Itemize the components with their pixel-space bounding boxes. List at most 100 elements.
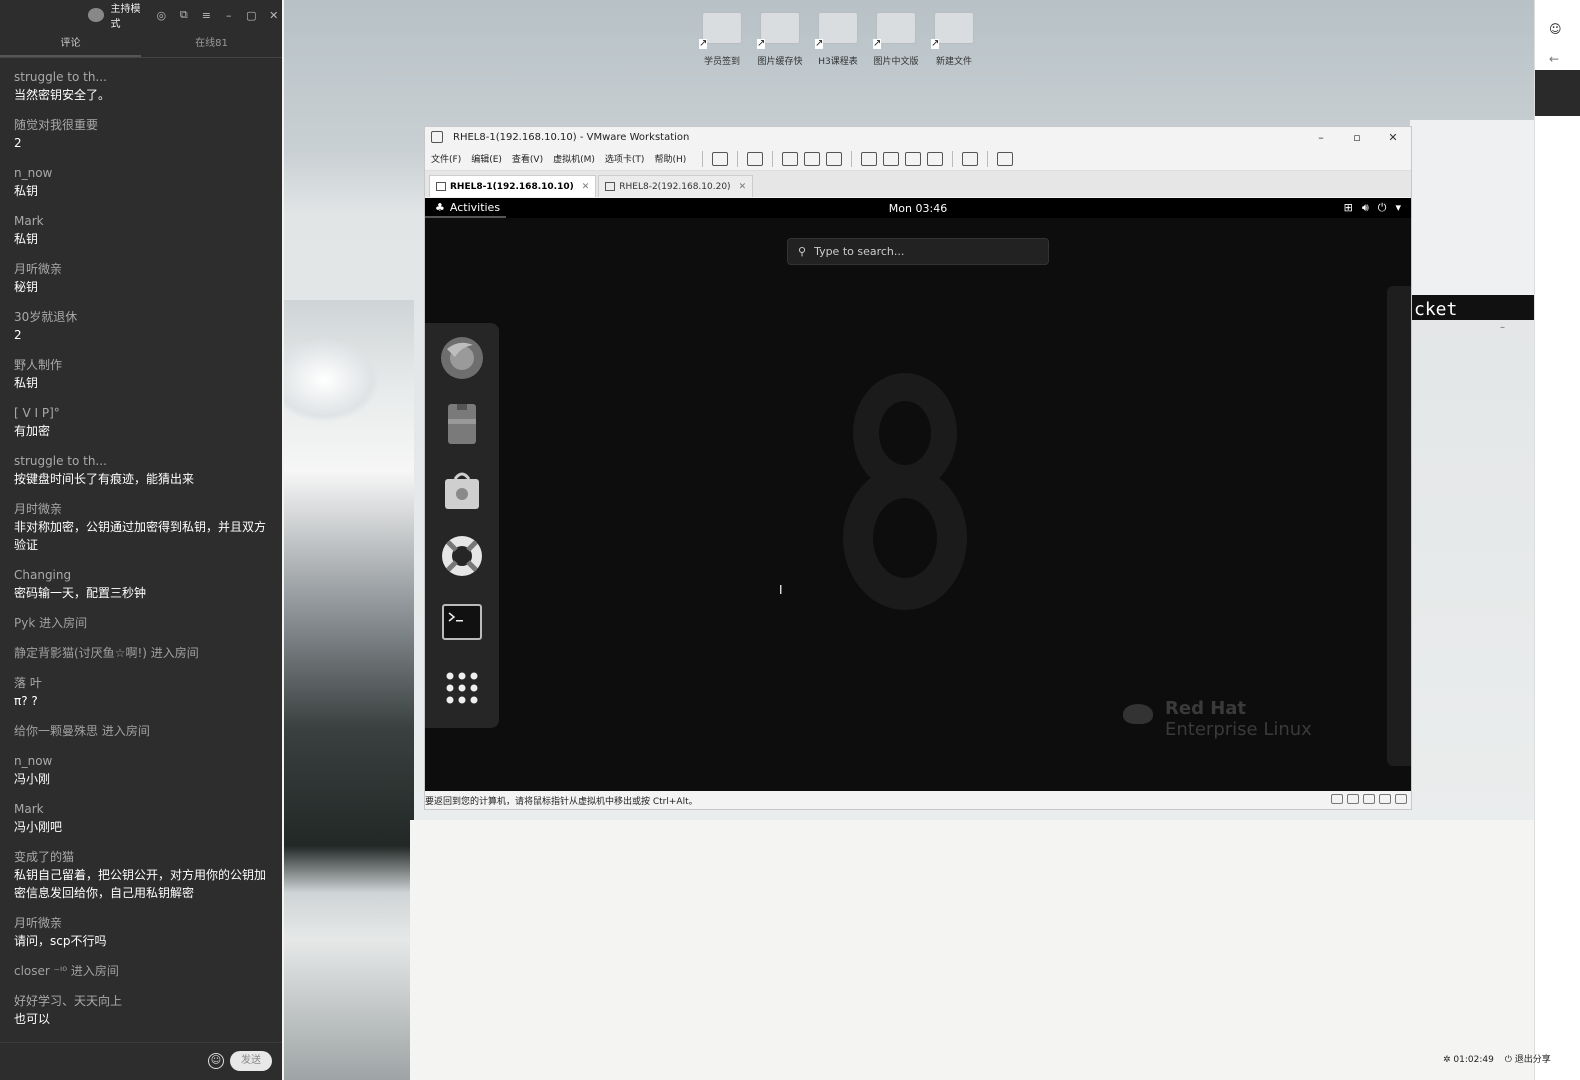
minimize-icon[interactable]: –	[221, 9, 237, 22]
message-list[interactable]: struggle to th... 当然密钥安全了。 随觉对我很重要 2 n_now 私钥…	[0, 58, 282, 1028]
message-author[interactable]: 月时微亲	[14, 500, 268, 518]
tab-comments[interactable]: 评论	[0, 30, 141, 57]
redhat-brand: Red Hat Enterprise Linux	[1123, 698, 1312, 740]
message-author[interactable]: struggle to th...	[14, 452, 268, 470]
menu-help[interactable]: 帮助(H)	[654, 152, 686, 165]
message-text: π? ?	[14, 694, 38, 708]
guest-screen[interactable]: ♣ Activities Mon 03:46 ⊞ 🔊︎ ⏻ ▾ ⚲ Type t…	[425, 198, 1411, 792]
send-button[interactable]: 发送	[230, 1051, 272, 1071]
hdd-icon[interactable]	[1331, 794, 1343, 804]
message-author[interactable]: [ V I P]°	[14, 404, 268, 422]
tab-rhel8-2[interactable]: RHEL8-2(192.168.10.20) ✕	[598, 175, 754, 197]
terminal-icon[interactable]	[439, 599, 485, 645]
close-icon[interactable]: ✕	[266, 9, 282, 22]
power-icon: ⏻	[1377, 201, 1387, 214]
desktop-icon[interactable]: 新建文件	[926, 12, 982, 67]
usb-icon[interactable]	[1379, 794, 1391, 804]
firefox-icon[interactable]	[439, 335, 485, 381]
message-author[interactable]: 随觉对我很重要	[14, 116, 268, 134]
vm-icon	[605, 182, 616, 191]
chat-message: n_now 冯小刚	[14, 752, 268, 788]
desktop-icon[interactable]: H3课程表	[810, 12, 866, 67]
message-text: 密码输一天，配置三秒钟	[14, 586, 147, 600]
close-button[interactable]: ✕	[1375, 131, 1411, 144]
share-timer: 01:02:49	[1453, 1055, 1494, 1065]
clock[interactable]: Mon 03:46	[889, 202, 947, 215]
console-icon[interactable]	[962, 151, 979, 166]
desktop-icon[interactable]: 图片缓存快	[752, 12, 808, 67]
message-author[interactable]: 野人制作	[14, 356, 268, 374]
thumbnail-icon[interactable]	[883, 151, 900, 166]
message-author[interactable]: 30岁就退休	[14, 308, 268, 326]
tab-close-icon[interactable]: ✕	[582, 182, 590, 192]
message-author[interactable]: struggle to th...	[14, 68, 268, 86]
message-author[interactable]: Mark	[14, 212, 268, 230]
system-tray[interactable]: ⊞ 🔊︎ ⏻ ▾	[1344, 201, 1401, 215]
record-dot-icon: ✲	[1443, 1055, 1451, 1065]
toolbar-separator	[952, 150, 954, 167]
message-text: 也可以	[14, 1012, 51, 1026]
smiley-icon[interactable]: ☺	[208, 1053, 224, 1069]
send-ctrl-alt-del-icon[interactable]	[747, 151, 764, 166]
settings-icon[interactable]: ◎	[153, 9, 169, 22]
search-placeholder: Type to search...	[814, 245, 905, 258]
activities-button[interactable]: ♣ Activities	[425, 198, 507, 218]
stretch-icon[interactable]	[997, 151, 1014, 166]
chat-message: n_now 私钥	[14, 164, 268, 200]
vmware-menubar: 文件(F) 编辑(E) 查看(V) 虚拟机(M) 选项卡(T) 帮助(H)	[425, 147, 1411, 171]
back-arrow-icon[interactable]: ←	[1549, 52, 1559, 66]
gnome-topbar: ♣ Activities Mon 03:46 ⊞ 🔊︎ ⏻ ▾	[425, 198, 1411, 218]
message-text: 冯小刚吧	[14, 820, 63, 834]
files-icon[interactable]	[439, 401, 485, 447]
snapshot-manager-icon[interactable]	[826, 151, 843, 166]
tab-rhel8-1[interactable]: RHEL8-1(192.168.10.10) ✕	[429, 175, 597, 197]
display-icon[interactable]	[1395, 794, 1407, 804]
exit-share-button[interactable]: ⏻ 退出分享	[1505, 1055, 1551, 1065]
desktop-icon[interactable]: 学员签到	[694, 12, 750, 67]
menu-vm[interactable]: 虚拟机(M)	[553, 152, 595, 165]
shortcut-icon	[873, 12, 916, 49]
pause-icon[interactable]	[712, 151, 729, 166]
revert-snapshot-icon[interactable]	[804, 151, 821, 166]
rhel-8-logo	[843, 373, 967, 610]
message-author[interactable]: 变成了的猫	[14, 848, 268, 866]
network-adapter-icon[interactable]	[1363, 794, 1375, 804]
cd-icon[interactable]	[1347, 794, 1359, 804]
message-author[interactable]: 落 叶	[14, 674, 268, 692]
brand-line-2: Enterprise Linux	[1165, 719, 1312, 740]
message-author[interactable]: n_now	[14, 164, 268, 182]
menu-edit[interactable]: 编辑(E)	[471, 152, 502, 165]
message-author[interactable]: n_now	[14, 752, 268, 770]
message-author[interactable]: 月听微亲	[14, 914, 268, 932]
menu-tabs[interactable]: 选项卡(T)	[605, 152, 645, 165]
message-author[interactable]: Changing	[14, 566, 268, 584]
unity-icon[interactable]	[927, 151, 944, 166]
fullscreen-icon[interactable]	[905, 151, 922, 166]
menu-view[interactable]: 查看(V)	[512, 152, 543, 165]
menu-icon[interactable]: ≡	[198, 9, 214, 22]
software-icon[interactable]	[439, 467, 485, 513]
chat-message: 变成了的猫 私钥自己留着，把公钥公开，对方用你的公钥加密信息发回给你，自己用私钥解…	[14, 848, 268, 902]
vmware-window: RHEL8-1(192.168.10.10) - VMware Workstat…	[424, 126, 1412, 810]
tab-online[interactable]: 在线81	[141, 30, 282, 57]
show-apps-icon[interactable]	[439, 665, 485, 711]
desktop-icon[interactable]: 图片中文版	[868, 12, 924, 67]
popout-icon[interactable]: ⧉	[176, 8, 192, 22]
message-author[interactable]: 好好学习、天天向上	[14, 992, 268, 1010]
message-author[interactable]: Mark	[14, 800, 268, 818]
message-author[interactable]: 月听微亲	[14, 260, 268, 278]
toolbar-separator	[737, 150, 739, 167]
join-notice: 静定背影猫(讨厌鱼☆啊!) 进入房间	[14, 646, 199, 660]
menu-file[interactable]: 文件(F)	[431, 152, 461, 165]
workspace-thumbnails[interactable]	[1387, 286, 1411, 766]
avatar-icon[interactable]: ☺	[1549, 22, 1562, 36]
search-input[interactable]: ⚲ Type to search...	[787, 238, 1049, 265]
snapshot-icon[interactable]	[782, 151, 799, 166]
tab-label: RHEL8-2(192.168.10.20)	[619, 181, 731, 192]
maximize-icon[interactable]: ▢	[243, 9, 259, 22]
minimize-button[interactable]: –	[1303, 131, 1339, 144]
library-icon[interactable]	[861, 151, 878, 166]
help-icon[interactable]	[439, 533, 485, 579]
tab-close-icon[interactable]: ✕	[739, 182, 747, 192]
maximize-button[interactable]: ▫	[1339, 131, 1375, 144]
